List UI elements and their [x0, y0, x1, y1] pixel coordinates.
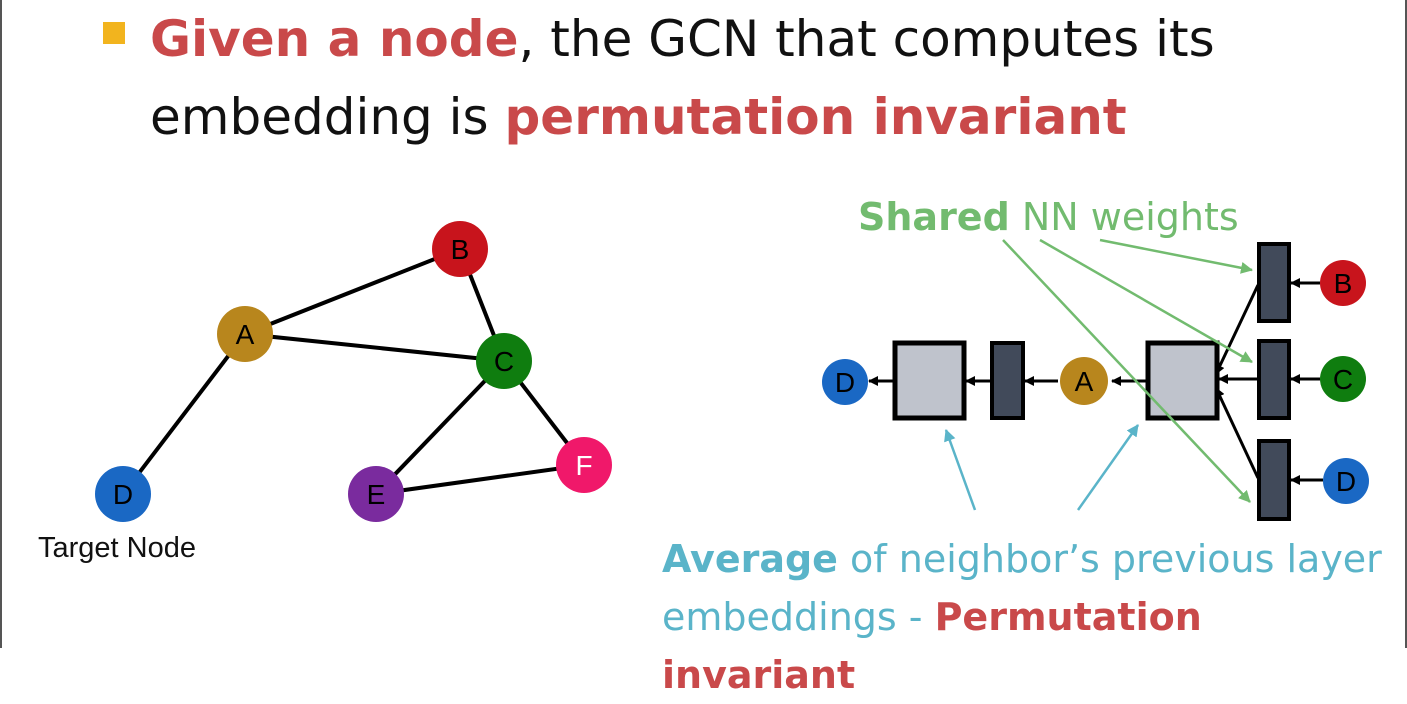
weight-bar-1 — [990, 341, 1025, 420]
shared-bold: Shared — [858, 195, 1010, 239]
edge-a-b — [244, 247, 461, 336]
node-b: B — [432, 221, 488, 277]
average-arrows — [944, 424, 1140, 511]
edge-a-c — [244, 332, 505, 363]
node-d-label: D — [113, 479, 133, 510]
node-a-label: A — [236, 319, 255, 350]
cg-node-d-target-label: D — [835, 367, 855, 398]
edge-e-f — [375, 463, 585, 496]
target-node-label: Target Node — [38, 532, 196, 564]
weight-bar-c — [1257, 339, 1291, 420]
cg-node-b: B — [1320, 260, 1366, 306]
node-a: A — [217, 306, 273, 362]
node-e-label: E — [367, 479, 386, 510]
node-c-label: C — [494, 346, 514, 377]
average-label: Average of neighbor’s previous layer emb… — [662, 530, 1402, 704]
weight-bar-b — [1257, 242, 1291, 323]
node-d: D — [95, 466, 151, 522]
aggregation-box-1 — [892, 340, 967, 421]
cg-node-c: C — [1320, 356, 1366, 402]
cg-node-d-target: D — [822, 359, 868, 405]
left-graph-nodes: A B C D E F — [95, 221, 612, 522]
cg-node-d: D — [1323, 458, 1369, 504]
shared-rest: NN weights — [1009, 195, 1239, 239]
shared-weights-label: Shared NN weights — [858, 195, 1239, 239]
node-e: E — [348, 466, 404, 522]
node-b-label: B — [451, 234, 470, 265]
cg-node-a-label: A — [1075, 366, 1094, 397]
average-bold: Average — [662, 537, 838, 581]
node-f: F — [556, 437, 612, 493]
computation-graph: D A B C D — [822, 238, 1369, 521]
cg-node-a: A — [1060, 357, 1108, 405]
avg-arrow-to-box2 — [1076, 424, 1140, 511]
edge-a-d — [121, 332, 247, 496]
cg-node-b-label: B — [1334, 268, 1353, 299]
shared-arrow-to-bar-b — [1099, 238, 1253, 274]
node-c: C — [476, 333, 532, 389]
aggregation-box-2 — [1145, 340, 1220, 421]
avg-arrow-to-box1 — [944, 429, 977, 511]
arrow-bar-d-to-box2 — [1214, 387, 1260, 479]
cg-node-c-label: C — [1333, 364, 1353, 395]
node-f-label: F — [575, 450, 592, 481]
cg-node-d-label: D — [1336, 466, 1356, 497]
weight-bar-d — [1257, 439, 1291, 521]
